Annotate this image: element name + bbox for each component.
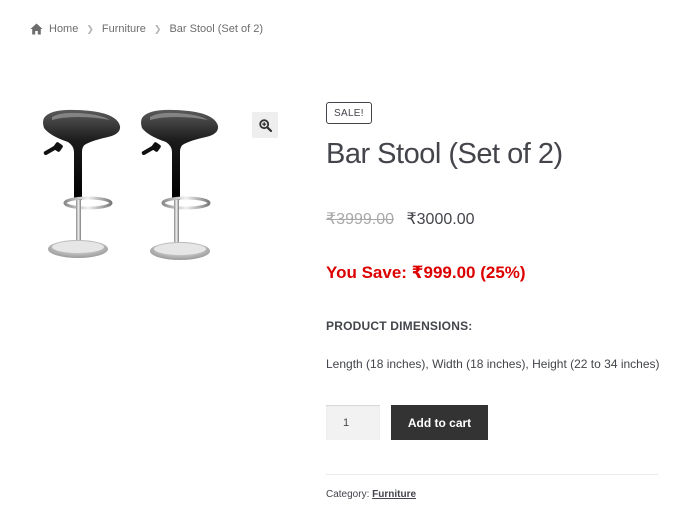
product-image[interactable] (30, 100, 280, 270)
product-title: Bar Stool (Set of 2) (326, 138, 563, 170)
sale-price: ₹3000.00 (406, 211, 475, 228)
breadcrumb-current: Bar Stool (Set of 2) (169, 23, 264, 35)
zoom-icon (258, 118, 272, 132)
product-meta: Category: Furniture (326, 489, 416, 500)
category-label: Category: (326, 489, 370, 500)
divider (326, 474, 658, 475)
breadcrumb-home-link[interactable]: Home (49, 23, 78, 35)
regular-price: ₹3999.00 (326, 211, 395, 228)
chevron-right-icon: ❯ (153, 23, 162, 34)
category-link[interactable]: Furniture (372, 489, 416, 500)
quantity-input[interactable] (326, 405, 380, 440)
price: ₹3999.00 ₹3000.00 (326, 209, 474, 229)
zoom-button[interactable] (252, 112, 278, 138)
add-to-cart-button[interactable]: Add to cart (391, 405, 488, 440)
dimensions-heading: PRODUCT DIMENSIONS: (326, 319, 473, 333)
breadcrumb-furniture-link[interactable]: Furniture (102, 23, 146, 35)
chevron-right-icon: ❯ (86, 23, 94, 34)
savings-text: You Save: ₹999.00 (25%) (326, 263, 526, 282)
breadcrumb: Home ❯ Furniture ❯ Bar Stool (Set of 2) (30, 21, 263, 37)
sale-badge: SALE! (326, 102, 372, 124)
dimensions-text: Length (18 inches), Width (18 inches), H… (326, 357, 660, 371)
home-icon[interactable] (30, 23, 43, 35)
